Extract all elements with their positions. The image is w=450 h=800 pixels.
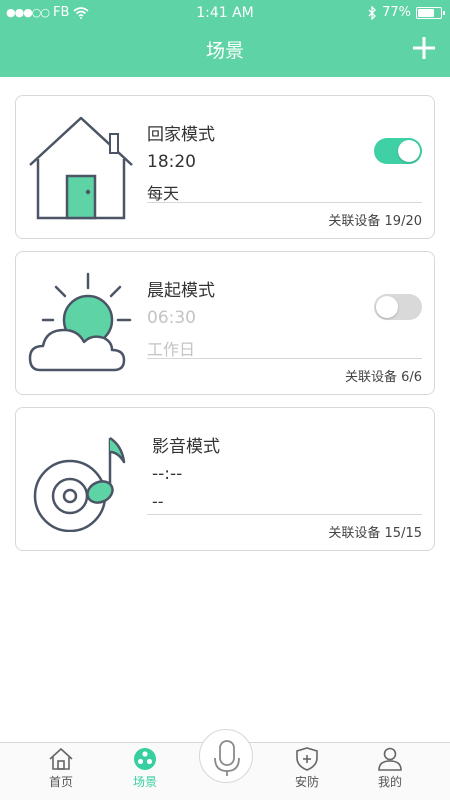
shield-icon bbox=[296, 747, 318, 771]
scene-repeat: 工作日 bbox=[147, 340, 196, 359]
scene-time: --:-- bbox=[152, 464, 183, 484]
tab-security[interactable]: 安防 bbox=[277, 747, 337, 790]
toggle-knob bbox=[398, 140, 420, 162]
scene-time: 18:20 bbox=[147, 152, 196, 172]
divider bbox=[147, 202, 422, 203]
status-bar: ●●●○○ FB 1:41 AM 77% bbox=[0, 0, 450, 26]
linked-devices: 关联设备 19/20 bbox=[328, 214, 422, 229]
battery-level bbox=[418, 8, 435, 17]
scene-name: 回家模式 bbox=[147, 125, 215, 145]
scene-name: 影音模式 bbox=[152, 437, 220, 457]
scene-toggle[interactable] bbox=[374, 138, 422, 164]
microphone-icon bbox=[214, 740, 240, 776]
sunrise-cloud-icon bbox=[28, 272, 132, 372]
voice-button[interactable] bbox=[199, 729, 253, 783]
battery-tip bbox=[443, 10, 445, 15]
scene-icon bbox=[134, 748, 156, 770]
battery-percent: 77% bbox=[382, 5, 411, 20]
tab-label: 场景 bbox=[132, 775, 157, 789]
battery-icon bbox=[416, 6, 445, 19]
tab-bar: 首页 场景 安防 我的 bbox=[0, 729, 450, 800]
divider bbox=[147, 514, 422, 515]
tab-label: 安防 bbox=[294, 775, 319, 789]
scene-repeat: -- bbox=[152, 492, 164, 511]
house-icon bbox=[29, 116, 133, 220]
tab-label: 首页 bbox=[48, 775, 73, 789]
toggle-knob bbox=[376, 296, 398, 318]
plus-icon[interactable] bbox=[412, 36, 436, 60]
scene-card-home[interactable]: 回家模式 18:20 每天 关联设备 19/20 bbox=[15, 95, 435, 239]
tab-profile[interactable]: 我的 bbox=[360, 747, 420, 790]
linked-devices: 关联设备 15/15 bbox=[328, 526, 422, 541]
tab-scene[interactable]: 场景 bbox=[115, 747, 175, 790]
scene-toggle[interactable] bbox=[374, 294, 422, 320]
app-header: ●●●○○ FB 1:41 AM 77% 场景 bbox=[0, 0, 450, 77]
scene-card-media[interactable]: 影音模式 --:-- -- 关联设备 15/15 bbox=[15, 407, 435, 551]
scene-card-morning[interactable]: 晨起模式 06:30 工作日 关联设备 6/6 bbox=[15, 251, 435, 395]
bluetooth-icon bbox=[368, 5, 377, 20]
user-icon bbox=[378, 747, 402, 771]
scene-name: 晨起模式 bbox=[147, 281, 215, 301]
home-icon bbox=[49, 747, 73, 770]
tab-label: 我的 bbox=[377, 775, 402, 789]
tab-home[interactable]: 首页 bbox=[31, 747, 91, 790]
scene-time: 06:30 bbox=[147, 308, 196, 328]
music-disc-icon bbox=[33, 436, 126, 532]
status-right: 77% bbox=[368, 5, 445, 20]
divider bbox=[147, 358, 422, 359]
page-title: 场景 bbox=[205, 40, 244, 62]
linked-devices: 关联设备 6/6 bbox=[344, 370, 422, 385]
scene-repeat: 每天 bbox=[147, 184, 180, 203]
